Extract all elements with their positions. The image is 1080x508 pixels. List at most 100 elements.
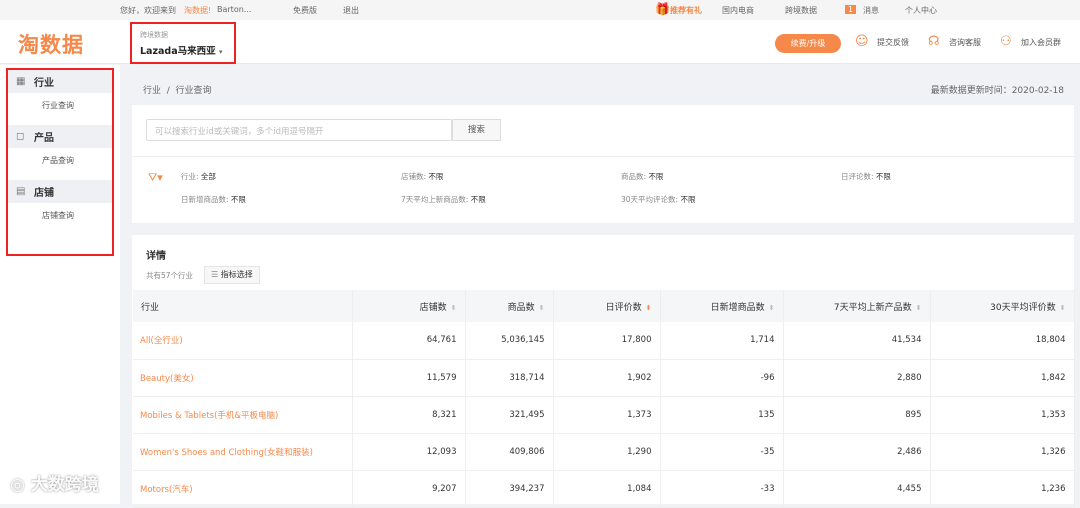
table-cell: 394,237 — [465, 470, 554, 508]
industry-link[interactable]: Beauty(美女) — [133, 359, 353, 397]
table-cell: 64,761 — [352, 322, 466, 360]
table-cell: 1,084 — [553, 470, 661, 508]
table-cell: 17,800 — [553, 322, 661, 360]
col-shops[interactable]: 店铺数 ⬍ — [352, 290, 466, 322]
table-row: All(全行业) 64,761 5,036,145 17,800 1,714 41,534… — [133, 322, 1075, 360]
users-icon: ⚇ — [1000, 34, 1012, 49]
table-row: Beauty(美女) 11,579 318,714 1,902 -96 2,880 1,84… — [133, 359, 1075, 397]
table-cell: 1,290 — [553, 433, 661, 471]
detail-panel: 详情 共有57个行业 ☰ 指标选择 行业 店铺数 ⬍ 商品数 ⬍ 日评价数 ⬍ 日新增… — [132, 235, 1075, 508]
sidebar-item-shop-query[interactable]: 店铺查询 — [8, 203, 112, 235]
table-cell: 12,093 — [352, 433, 466, 471]
sort-icon: ⬍ — [915, 303, 922, 312]
breadcrumb: 行业 / 行业查询 — [143, 83, 212, 96]
sidebar-item-product-query[interactable]: 产品查询 — [8, 148, 112, 180]
logo[interactable]: 淘数据 — [18, 29, 84, 59]
messages-menu[interactable]: 消息 — [863, 5, 879, 16]
logout-link[interactable]: 退出 — [343, 5, 359, 16]
feedback-link[interactable]: 提交反馈 — [877, 37, 909, 48]
sidebar-group-industry[interactable]: ▦ 行业 — [8, 70, 112, 93]
filter-shops[interactable]: 店铺数: 不限 — [401, 171, 443, 182]
industry-link[interactable]: Mobiles & Tablets(手机&平板电脑) — [133, 396, 353, 434]
table-cell: 5,036,145 — [465, 322, 554, 360]
group-label: 店铺 — [34, 188, 54, 199]
group-label: 行业 — [34, 78, 54, 89]
filter-30day-reviews[interactable]: 30天平均评论数: 不限 — [621, 194, 695, 205]
sidebar-item-industry-query[interactable]: 行业查询 — [8, 93, 112, 125]
table-cell: 409,806 — [465, 433, 554, 471]
search-input[interactable]: 可以搜索行业id或关键词，多个id用逗号隔开 — [146, 119, 452, 141]
sort-icon: ⬍ — [768, 303, 775, 312]
divider — [132, 156, 1074, 157]
industry-link[interactable]: Motors(汽车) — [133, 470, 353, 508]
gift-link[interactable]: 推荐有礼 — [670, 5, 702, 16]
table-cell: 1,902 — [553, 359, 661, 397]
filter-7day-new[interactable]: 7天平均上新商品数: 不限 — [401, 194, 486, 205]
table-cell: 1,714 — [660, 322, 784, 360]
breadcrumb-separator: / — [166, 86, 170, 96]
table-cell: 318,714 — [465, 359, 554, 397]
personal-center-menu[interactable]: 个人中心 — [905, 5, 937, 16]
table-cell: 135 — [660, 396, 784, 434]
watermark-logo: ◎ 大数跨境 — [10, 475, 99, 495]
table-cell: 895 — [783, 396, 931, 434]
sort-icon: ⬍ — [450, 303, 457, 312]
metric-select-button[interactable]: ☰ 指标选择 — [204, 266, 260, 284]
col-industry: 行业 — [133, 290, 353, 322]
metric-label: 指标选择 — [220, 270, 253, 279]
list-icon: ☰ — [211, 270, 219, 279]
industry-link[interactable]: All(全行业) — [133, 322, 353, 360]
upgrade-button[interactable]: 续费/升级 — [775, 34, 841, 53]
table-cell: 4,455 — [783, 470, 931, 508]
table-cell: 18,804 — [930, 322, 1075, 360]
industry-count: 共有57个行业 — [146, 271, 194, 280]
breadcrumb-root[interactable]: 行业 — [143, 86, 161, 96]
table-cell: 2,880 — [783, 359, 931, 397]
chat-icon: ☺ — [855, 34, 869, 49]
platform-value: Lazada马来西亚 — [140, 46, 216, 57]
sort-active-icon: ⬍ — [645, 303, 652, 312]
domestic-menu[interactable]: 国内电商 — [722, 5, 754, 16]
gift-icon: 🎁 — [655, 2, 670, 16]
sidebar-group-product[interactable]: ◻ 产品 — [8, 125, 112, 148]
col-7day-new[interactable]: 7天平均上新产品数 ⬍ — [783, 290, 931, 322]
service-link[interactable]: 咨询客服 — [949, 37, 981, 48]
filter-icon[interactable]: ⛛▾ — [148, 171, 163, 185]
industry-link[interactable]: Women's Shoes and Clothing(女鞋和服装) — [133, 433, 353, 471]
headset-icon: ☊ — [928, 34, 940, 49]
crossborder-menu[interactable]: 跨境数据 — [785, 5, 817, 16]
message-count-badge: 1 — [845, 5, 857, 14]
table-cell: 321,495 — [465, 396, 554, 434]
bag-icon: ◻ — [16, 131, 25, 142]
col-products[interactable]: 商品数 ⬍ — [465, 290, 554, 322]
col-daily-new-products[interactable]: 日新增商品数 ⬍ — [660, 290, 784, 322]
col-30day-reviews[interactable]: 30天平均评价数 ⬍ — [930, 290, 1075, 322]
filter-daily-reviews[interactable]: 日评论数: 不限 — [841, 171, 891, 182]
filter-industry[interactable]: 行业: 全部 — [181, 171, 216, 182]
table-cell: 1,326 — [930, 433, 1075, 471]
plan-label: 免费版 — [293, 6, 317, 15]
table-cell: 8,321 — [352, 396, 466, 434]
table-cell: 2,486 — [783, 433, 931, 471]
top-bar: 您好，欢迎来到 淘数据! Barton... 免费版 退出 🎁 推荐有礼 国内电… — [0, 0, 1080, 20]
grid-icon: ▦ — [16, 76, 26, 87]
sidebar: ▦ 行业 行业查询 ◻ 产品 产品查询 ▤ 店铺 店铺查询 — [0, 65, 120, 504]
col-daily-reviews[interactable]: 日评价数 ⬍ — [553, 290, 661, 322]
sidebar-group-shop[interactable]: ▤ 店铺 — [8, 180, 112, 203]
table-cell: 1,842 — [930, 359, 1075, 397]
table-row: Women's Shoes and Clothing(女鞋和服装) 12,093 4… — [133, 433, 1075, 471]
table-cell: 41,534 — [783, 322, 931, 360]
filter-panel: 可以搜索行业id或关键词，多个id用逗号隔开 搜索 ⛛▾ 行业: 全部 店铺数:… — [132, 105, 1074, 223]
store-icon: ▤ — [16, 186, 26, 197]
table-cell: -96 — [660, 359, 784, 397]
platform-selector[interactable]: 跨境数据 Lazada马来西亚 ▾ — [130, 22, 236, 64]
platform-label: 跨境数据 — [140, 31, 168, 39]
filter-daily-new-products[interactable]: 日新增商品数: 不限 — [181, 194, 246, 205]
search-button[interactable]: 搜索 — [452, 119, 501, 141]
breadcrumb-current: 行业查询 — [175, 86, 212, 96]
user-name[interactable]: Barton... — [217, 5, 251, 14]
join-group-link[interactable]: 加入会员群 — [1021, 37, 1061, 48]
table-cell: 1,353 — [930, 396, 1075, 434]
filter-products[interactable]: 商品数: 不限 — [621, 171, 663, 182]
brand-link[interactable]: 淘数据! — [184, 5, 211, 16]
